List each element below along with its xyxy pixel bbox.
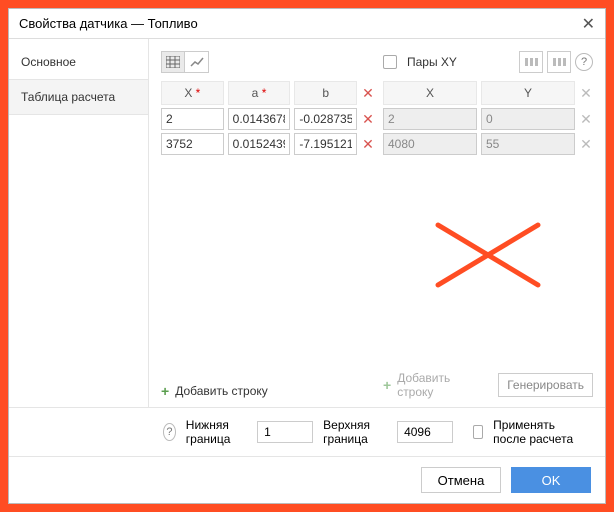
generate-button[interactable]: Генерировать [498, 373, 593, 397]
cell-xy-x [383, 133, 477, 155]
calc-table-header: X * a * b ✕ [161, 81, 375, 105]
xy-pairs-checkbox[interactable] [383, 55, 397, 69]
col-header-xy-y: Y [481, 81, 575, 105]
cell-xy-y [481, 108, 575, 130]
xy-table-header: X Y ✕ [383, 81, 593, 105]
bounds-bar: ? Нижняя граница Верхняя граница Применя… [9, 407, 605, 456]
cell-xy-y [481, 133, 575, 155]
dialog-title: Свойства датчика — Топливо [19, 16, 198, 31]
cell-a[interactable] [228, 108, 291, 130]
column-tool-icon [552, 56, 566, 68]
col-header-a: a * [228, 81, 291, 105]
col-header-b: b [294, 81, 357, 105]
help-icon[interactable]: ? [163, 423, 176, 441]
sensor-properties-dialog: Свойства датчика — Топливо ✕ Основное Та… [8, 8, 606, 504]
delete-row-button[interactable]: ✕ [579, 136, 593, 153]
cell-b[interactable] [294, 133, 357, 155]
sidebar-item-label: Основное [21, 55, 76, 69]
titlebar: Свойства датчика — Топливо ✕ [9, 9, 605, 39]
add-row-button[interactable]: + Добавить строку [161, 375, 268, 407]
xy-pairs-label: Пары XY [407, 55, 457, 69]
upper-bound-label: Верхняя граница [323, 418, 387, 446]
cell-x[interactable] [161, 108, 224, 130]
lower-bound-label: Нижняя граница [186, 418, 247, 446]
overlay-x-mark [433, 220, 543, 290]
xy-pairs-pane: Пары XY ? X Y ✕ [383, 49, 593, 407]
table-row: ✕ [383, 133, 593, 155]
cell-a[interactable] [228, 133, 291, 155]
chart-icon [190, 56, 204, 68]
close-icon[interactable]: ✕ [582, 14, 595, 34]
add-xy-row-button: + Добавить строку [383, 363, 482, 407]
cell-b[interactable] [294, 108, 357, 130]
sidebar-item-label: Таблица расчета [21, 90, 115, 104]
dialog-footer: Отмена OK [9, 456, 605, 503]
sidebar-item-main[interactable]: Основное [9, 45, 148, 79]
table-row: ✕ [161, 133, 375, 155]
delete-row-button[interactable]: ✕ [361, 136, 375, 153]
clear-all-button[interactable]: ✕ [361, 85, 375, 102]
plus-icon: + [161, 383, 169, 399]
cell-xy-x [383, 108, 477, 130]
plus-icon: + [383, 377, 391, 393]
delete-row-button[interactable]: ✕ [579, 111, 593, 128]
view-toggle [161, 51, 209, 73]
cell-x[interactable] [161, 133, 224, 155]
delete-row-button[interactable]: ✕ [361, 111, 375, 128]
help-icon[interactable]: ? [575, 53, 593, 71]
clear-all-xy-button[interactable]: ✕ [579, 85, 593, 102]
col-header-x: X * [161, 81, 224, 105]
cancel-button[interactable]: Отмена [421, 467, 501, 493]
table-icon [166, 56, 180, 68]
column-tool-2-button[interactable] [547, 51, 571, 73]
table-view-button[interactable] [161, 51, 185, 73]
sidebar-item-calc-table[interactable]: Таблица расчета [9, 79, 148, 115]
apply-after-label: Применять после расчета [493, 418, 591, 446]
chart-view-button[interactable] [185, 51, 209, 73]
column-tool-1-button[interactable] [519, 51, 543, 73]
table-row: ✕ [383, 108, 593, 130]
ok-button[interactable]: OK [511, 467, 591, 493]
lower-bound-input[interactable] [257, 421, 313, 443]
sidebar: Основное Таблица расчета [9, 39, 149, 407]
add-row-label: Добавить строку [397, 371, 482, 399]
col-header-xy-x: X [383, 81, 477, 105]
table-row: ✕ [161, 108, 375, 130]
calc-table-pane: X * a * b ✕ ✕ ✕ [161, 49, 375, 407]
column-tool-icon [524, 56, 538, 68]
add-row-label: Добавить строку [175, 384, 268, 398]
apply-after-checkbox[interactable] [473, 425, 483, 439]
upper-bound-input[interactable] [397, 421, 453, 443]
